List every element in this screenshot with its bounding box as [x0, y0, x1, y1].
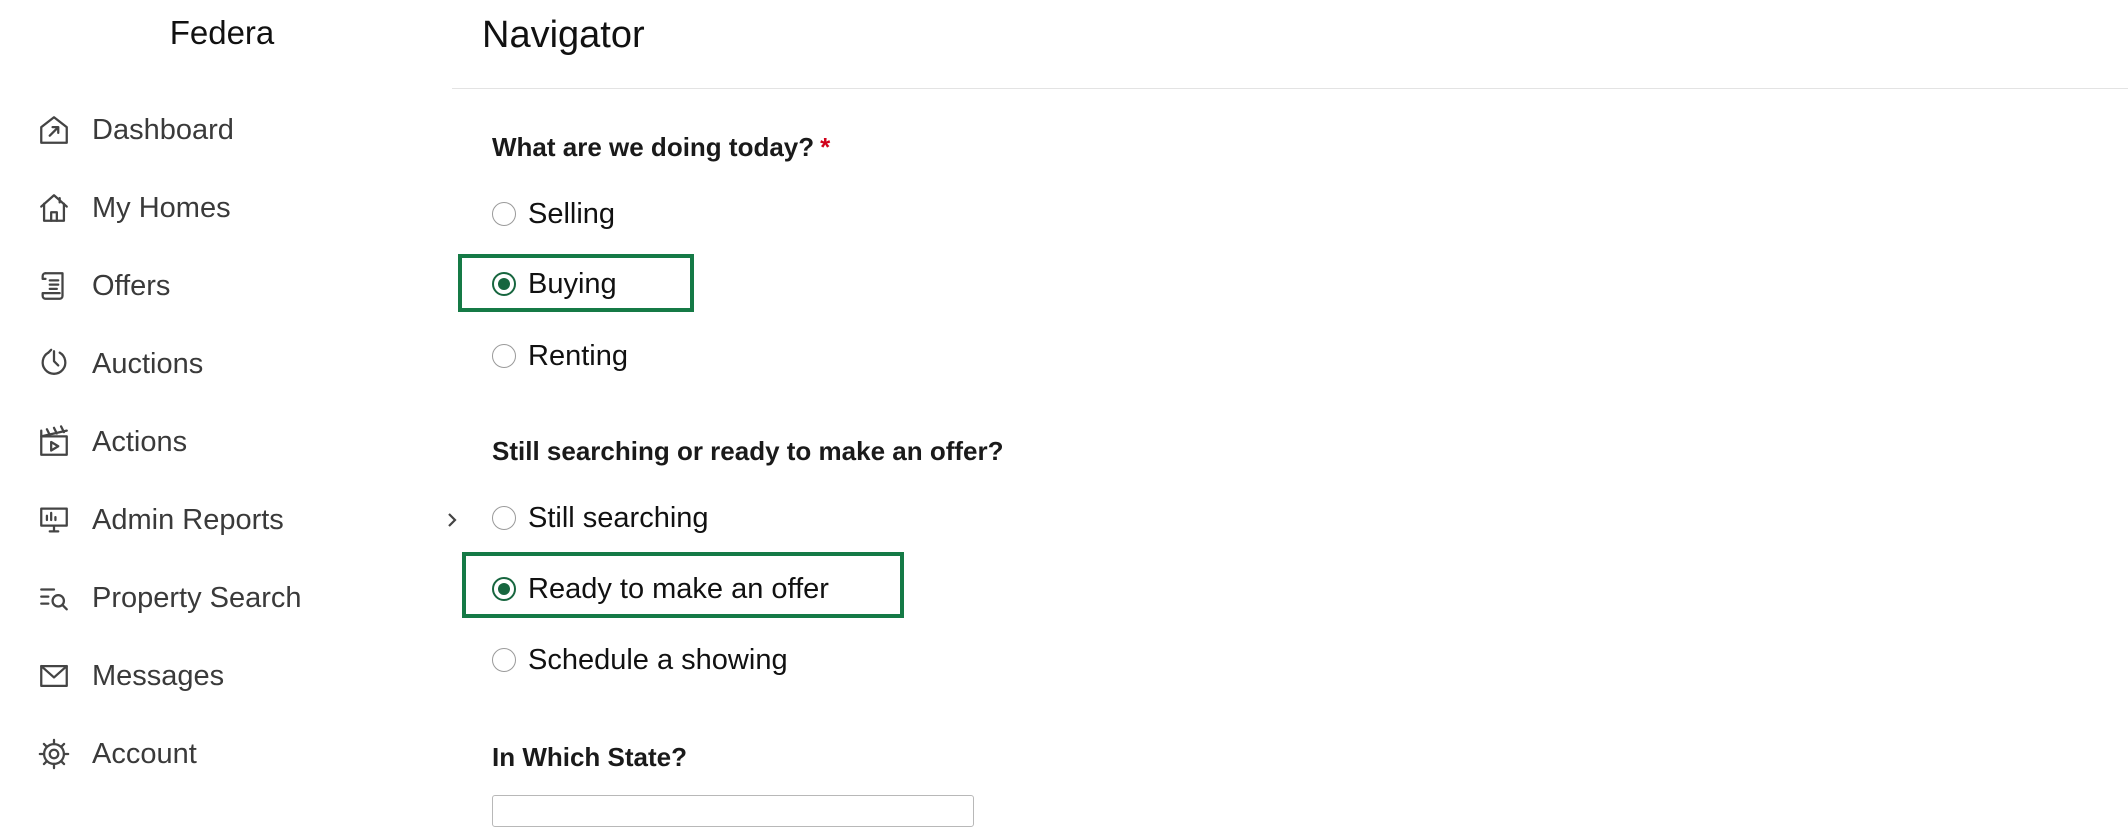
radio-button[interactable]: [492, 648, 516, 672]
sidebar-item-messages[interactable]: Messages: [36, 646, 436, 706]
home-icon: [36, 190, 72, 226]
radio-button[interactable]: [492, 272, 516, 296]
chevron-right-icon[interactable]: [440, 508, 464, 532]
question-state-label: In Which State?: [492, 742, 687, 772]
radio-label: Selling: [528, 197, 616, 230]
gear-icon: [36, 736, 72, 772]
sidebar-item-label: Auctions: [92, 347, 204, 380]
radio-button[interactable]: [492, 577, 516, 601]
sidebar-item-label: Account: [92, 737, 197, 770]
clapperboard-icon: [36, 424, 72, 460]
sidebar-item-label: Messages: [92, 659, 225, 692]
state-select[interactable]: [492, 795, 974, 827]
sidebar-item-offers[interactable]: Offers: [36, 256, 436, 316]
sidebar-item-label: Admin Reports: [92, 503, 284, 536]
question-activity-label: What are we doing today? *: [492, 132, 830, 163]
radio-option-selling[interactable]: Selling: [492, 192, 615, 236]
radio-button[interactable]: [492, 506, 516, 530]
sidebar-item-label: My Homes: [92, 191, 231, 224]
sidebar-item-label: Actions: [92, 425, 188, 458]
radio-option-ready-to-make-an-offer[interactable]: Ready to make an offer: [492, 567, 829, 611]
sidebar: Federa Dashboard My Homes Offers Auction…: [0, 0, 457, 812]
scroll-icon: [36, 268, 72, 304]
search-list-icon: [36, 580, 72, 616]
question-stage-label: Still searching or ready to make an offe…: [492, 436, 1004, 466]
sidebar-item-actions[interactable]: Actions: [36, 412, 436, 472]
brand-logo[interactable]: Federa: [0, 14, 444, 52]
sidebar-item-label: Property Search: [92, 581, 302, 614]
sidebar-item-label: Offers: [92, 269, 171, 302]
sidebar-item-admin-reports[interactable]: Admin Reports: [36, 490, 457, 550]
header-divider: [452, 88, 2128, 89]
sidebar-item-label: Dashboard: [92, 113, 234, 146]
sidebar-item-property-search[interactable]: Property Search: [36, 568, 436, 628]
sidebar-item-account[interactable]: Account: [36, 724, 436, 784]
gavel-icon: [36, 346, 72, 382]
page-title: Navigator: [482, 14, 645, 56]
radio-option-renting[interactable]: Renting: [492, 334, 628, 378]
required-marker: *: [820, 132, 831, 162]
radio-option-buying[interactable]: Buying: [492, 262, 617, 306]
question-text: What are we doing today?: [492, 132, 815, 162]
radio-label: Still searching: [528, 501, 709, 534]
radio-label: Ready to make an offer: [528, 572, 829, 605]
radio-option-still-searching[interactable]: Still searching: [492, 496, 709, 540]
envelope-icon: [36, 658, 72, 694]
radio-button[interactable]: [492, 202, 516, 226]
sidebar-item-dashboard[interactable]: Dashboard: [36, 100, 436, 160]
sidebar-item-my-homes[interactable]: My Homes: [36, 178, 436, 238]
sidebar-item-auctions[interactable]: Auctions: [36, 334, 436, 394]
dashboard-icon: [36, 112, 72, 148]
radio-label: Buying: [528, 267, 617, 300]
radio-label: Renting: [528, 339, 628, 372]
radio-button[interactable]: [492, 344, 516, 368]
radio-option-schedule-a-showing[interactable]: Schedule a showing: [492, 638, 788, 682]
radio-label: Schedule a showing: [528, 643, 788, 676]
monitor-icon: [36, 502, 72, 538]
